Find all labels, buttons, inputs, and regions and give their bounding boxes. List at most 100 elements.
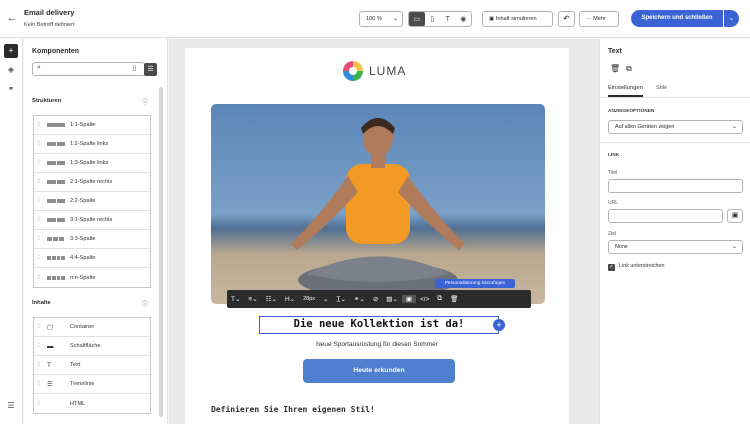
subline-text[interactable]: Neue Sportausrüstung für diesen Sommer: [185, 341, 569, 348]
code-icon[interactable]: </>: [416, 296, 433, 303]
content-item[interactable]: ⁞ HTML: [34, 394, 150, 413]
panel-scrollbar[interactable]: [159, 87, 163, 417]
text-icon: T: [47, 361, 51, 369]
content-label: Text: [70, 362, 81, 368]
more-button[interactable]: ··· Mehr: [579, 11, 619, 27]
drag-handle-icon[interactable]: ⁞: [34, 160, 44, 166]
drag-handle-icon[interactable]: ⁞: [34, 343, 44, 349]
link-icon[interactable]: ⚭⌄: [350, 295, 369, 303]
back-arrow-icon[interactable]: ←: [6, 12, 18, 24]
font-size-select[interactable]: 28px: [299, 296, 319, 302]
drag-handle-icon[interactable]: ⁞: [34, 141, 44, 147]
drag-handle-icon[interactable]: ⁞: [34, 324, 44, 330]
structure-item[interactable]: ⁞ n:n-Spalte: [34, 268, 150, 287]
unlink-icon[interactable]: ⊘: [369, 295, 382, 303]
target-select-value: None: [615, 244, 628, 250]
structure-label: 1:1-Spalte: [70, 122, 96, 128]
section-title[interactable]: Definieren Sie Ihren eigenen Stil!: [211, 405, 375, 414]
align-icon[interactable]: ≡⌄: [244, 295, 261, 303]
layers-icon[interactable]: ◈: [4, 63, 18, 77]
display-select-value: Auf allen Geräten zeigen: [615, 124, 675, 130]
content-label: Trennlinie: [70, 381, 95, 387]
duplicate-icon[interactable]: ⧉: [626, 64, 632, 74]
structure-item[interactable]: ⁞ 2:1-Spalte rechts: [34, 173, 150, 192]
contents-list: ⁞ ▢ Container ⁞ ▬ Schaltfläche ⁞ T Text ⁞ ☰ Trennli…: [33, 317, 151, 414]
structure-item[interactable]: ⁞ 3:1-Spalte rechts: [34, 211, 150, 230]
structure-item[interactable]: ⁞ 4:4-Spalte: [34, 249, 150, 268]
content-item[interactable]: ⁞ ▬ Schaltfläche: [34, 337, 150, 356]
delete-icon[interactable]: 🗑: [446, 295, 462, 303]
drag-handle-icon[interactable]: ⁞: [34, 236, 44, 242]
save-and-close-button[interactable]: Speichern und schließen: [631, 10, 723, 27]
settings-icon[interactable]: ☰: [4, 399, 18, 413]
structure-item[interactable]: ⁞ 3:3-Spalte: [34, 230, 150, 249]
duplicate-icon[interactable]: ⧉: [433, 295, 446, 303]
url-field[interactable]: [608, 209, 723, 223]
chevron-down-icon[interactable]: ⌄: [319, 295, 332, 303]
chevron-down-icon: ⌄: [731, 124, 737, 130]
drag-handle-icon[interactable]: ⁞: [34, 255, 44, 261]
info-icon[interactable]: ⓘ: [142, 299, 148, 308]
search-icon: ⌕: [37, 64, 41, 71]
drag-handle-icon[interactable]: ⁞: [34, 217, 44, 223]
structure-item[interactable]: ⁞ 1:1-Spalte: [34, 116, 150, 135]
underline-label: Link unterstreichen: [619, 263, 665, 269]
drag-handle-icon[interactable]: ⁞: [34, 401, 44, 407]
column-layout-icon: [44, 123, 66, 127]
properties-panel: Text 🗑 ⧉ Einstellungen Stile ANZEIGEOPTI…: [599, 39, 750, 424]
cta-button[interactable]: Heute erkunden: [303, 359, 455, 383]
tab-styles[interactable]: Stile: [656, 85, 667, 91]
content-item[interactable]: ⁞ ☰ Trennlinie: [34, 375, 150, 394]
drag-handle-icon[interactable]: ⁞: [34, 122, 44, 128]
hero-image[interactable]: [211, 104, 545, 304]
structure-label: n:n-Spalte: [70, 274, 96, 281]
container-icon: ▢: [47, 324, 54, 331]
structure-item[interactable]: ⁞ 2:2-Spalte: [34, 192, 150, 211]
list-icon[interactable]: ☷⌄: [262, 295, 281, 303]
personalization-icon[interactable]: ▣: [401, 295, 417, 303]
drag-handle-icon[interactable]: ⁞: [34, 198, 44, 204]
simulate-content-button[interactable]: ▣ Inhalt simulieren: [482, 11, 553, 27]
drag-handle-icon[interactable]: ⁞: [34, 275, 44, 281]
title-field[interactable]: [608, 179, 743, 193]
column-layout-icon: [44, 256, 66, 260]
heading-icon[interactable]: H⌄: [281, 295, 299, 303]
save-dropdown-chevron-icon[interactable]: ⌄: [724, 10, 739, 27]
text-only-icon[interactable]: T: [440, 12, 456, 26]
target-select[interactable]: None ⌄: [608, 240, 743, 254]
drag-handle-icon[interactable]: ⁞: [34, 362, 44, 368]
add-block-icon[interactable]: +: [493, 319, 505, 331]
text-style-icon[interactable]: T⌄: [227, 295, 244, 303]
text-color-icon[interactable]: T̲⌄: [332, 295, 349, 303]
drag-handle-icon[interactable]: ⁞: [34, 179, 44, 185]
personalization-tooltip: Personalisierung hinzufügen: [435, 279, 515, 288]
preview-eye-icon[interactable]: ◉: [456, 12, 472, 26]
content-item[interactable]: ⁞ T Text: [34, 356, 150, 375]
link-icon[interactable]: ⚭: [4, 82, 18, 96]
headline-text[interactable]: Die neue Kollektion ist da!: [259, 316, 499, 334]
page-subtitle: Kein Betreff definiert: [24, 22, 75, 28]
display-select[interactable]: Auf allen Geräten zeigen ⌄: [608, 120, 743, 134]
structure-item[interactable]: ⁞ 1:2-Spalte links: [34, 135, 150, 154]
content-item[interactable]: ⁞ ▢ Container: [34, 318, 150, 337]
desktop-icon[interactable]: ▭: [409, 12, 425, 26]
drag-handle-icon[interactable]: ⁞: [34, 381, 44, 387]
structures-title: Strukturen: [32, 98, 62, 104]
undo-icon[interactable]: ↶: [558, 11, 575, 27]
list-view-icon[interactable]: ☰: [144, 63, 157, 76]
mobile-icon[interactable]: ▯: [425, 12, 441, 26]
add-icon[interactable]: +: [4, 44, 18, 58]
structure-item[interactable]: ⁞ 1:3-Spalte links: [34, 154, 150, 173]
personalize-url-icon[interactable]: ▣: [727, 209, 743, 223]
trash-icon[interactable]: 🗑: [610, 64, 620, 73]
left-rail: + ◈ ⚭ ☰: [0, 39, 23, 424]
zoom-select[interactable]: 100 % ⌄: [359, 11, 403, 27]
underline-checkbox[interactable]: ✓: [608, 264, 615, 271]
luma-logo[interactable]: LUMA: [343, 61, 406, 81]
image-icon[interactable]: ▨⌄: [382, 295, 402, 303]
grid-view-icon[interactable]: ⁞⁞: [128, 63, 141, 76]
info-icon[interactable]: ⓘ: [142, 97, 148, 106]
display-options-label: ANZEIGEOPTIONEN: [608, 109, 655, 114]
components-panel: Komponenten ⌕ ⁞⁞ ☰ Strukturen ⓘ ⁞ 1:1-Spa…: [24, 39, 168, 424]
tab-settings[interactable]: Einstellungen: [608, 85, 643, 97]
